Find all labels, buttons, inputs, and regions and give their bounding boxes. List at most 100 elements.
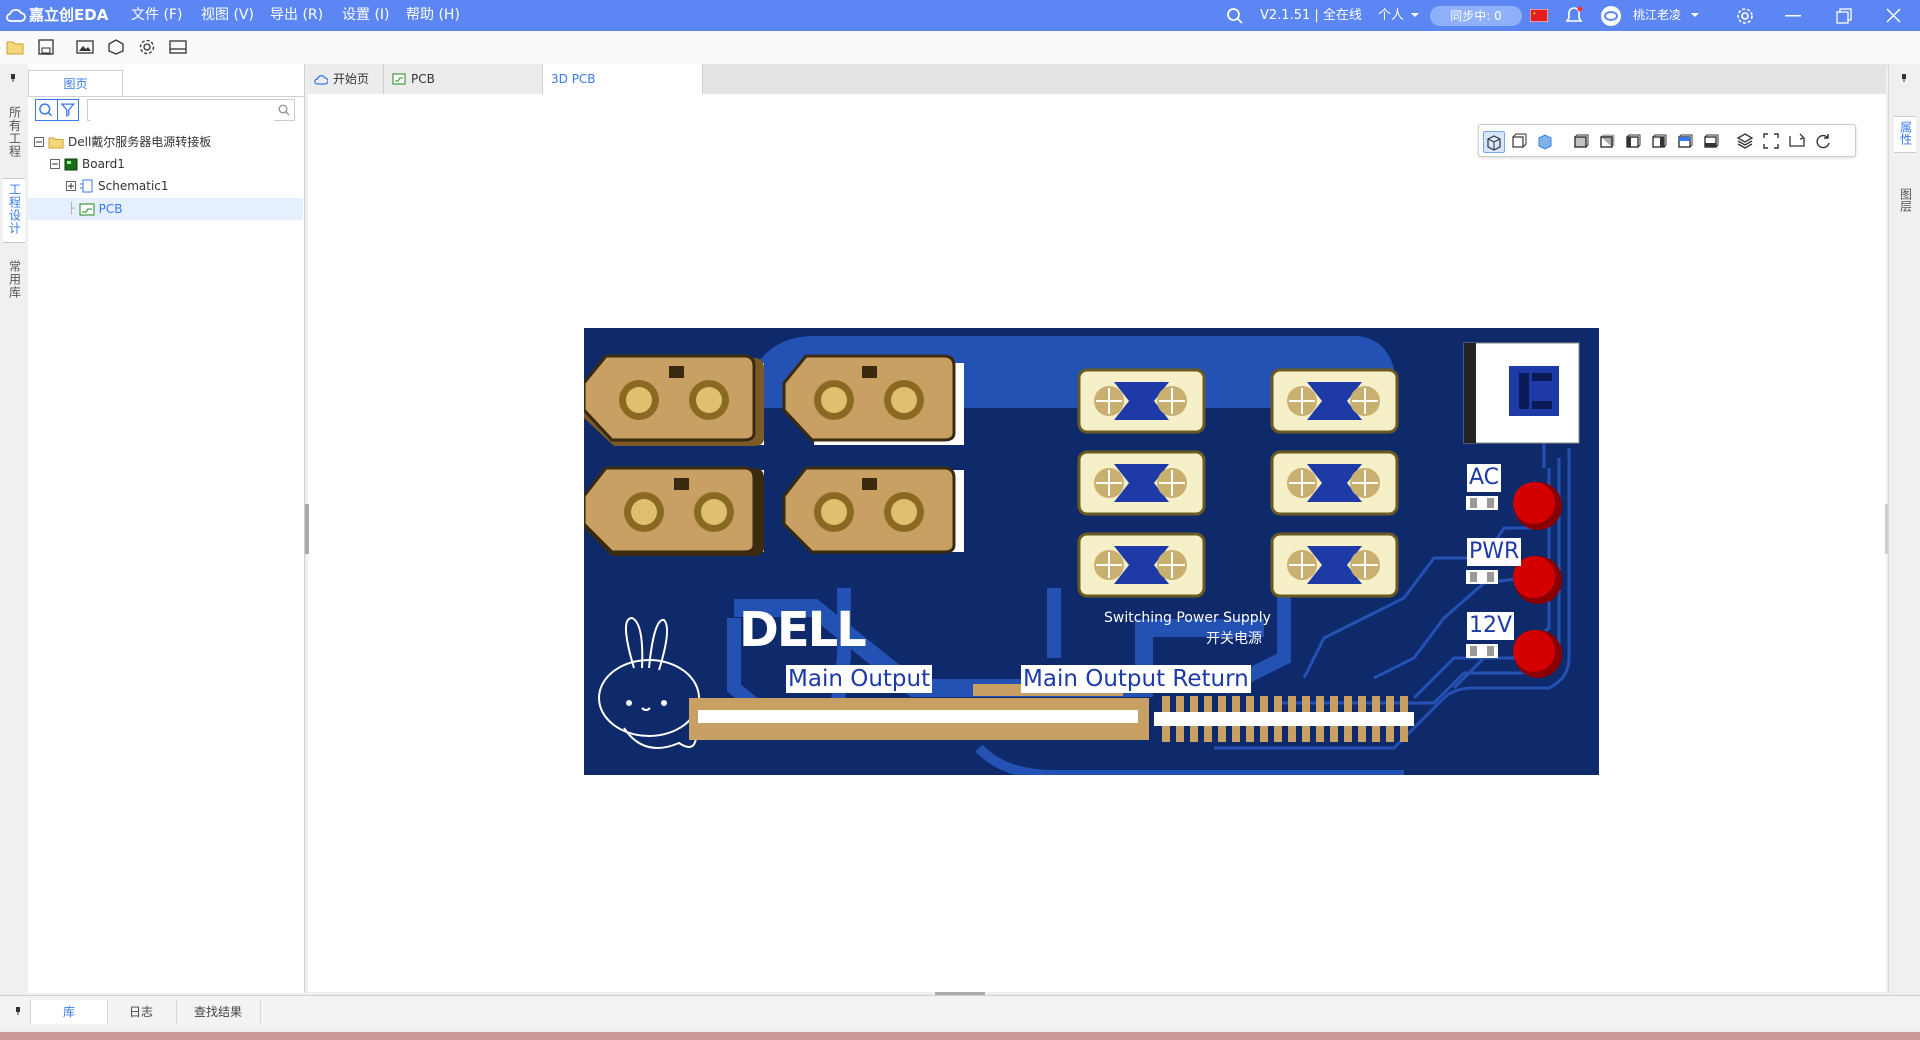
pin-icon[interactable] <box>1900 74 1908 82</box>
folder-icon <box>48 137 64 148</box>
project-panel: 图页 Dell戴尔服务器电源转接板 Board1 Schematic1 ├ PC… <box>28 64 305 993</box>
left-splitter-handle[interactable] <box>305 504 309 554</box>
tree-connector: ├ <box>68 202 75 215</box>
tab-search-results[interactable]: 查找结果 <box>176 1000 261 1024</box>
fit-view-icon[interactable] <box>1787 131 1807 151</box>
tab-log[interactable]: 日志 <box>106 1000 177 1024</box>
back-view-icon[interactable] <box>1597 131 1617 151</box>
flag-icon[interactable] <box>1530 9 1548 22</box>
search-icon[interactable] <box>1226 7 1244 25</box>
led-label-12v: 12V <box>1467 612 1515 640</box>
vtab-common-library[interactable]: 常用库 <box>3 260 25 302</box>
avatar[interactable] <box>1600 5 1622 27</box>
pin-icon[interactable] <box>14 1007 22 1015</box>
menu-help[interactable]: 帮助 (H) <box>406 0 460 31</box>
menu-file[interactable]: 文件 (F) <box>131 0 182 31</box>
right-vertical-tabs: 属性 图层 <box>1888 64 1920 993</box>
pcb-board[interactable]: DELL Switching Power Supply 开关电源 Main Ou… <box>584 328 1599 775</box>
title-bar: 嘉立创EDA 文件 (F) 视图 (V) 导出 (R) 设置 (I) 帮助 (H… <box>0 0 1920 31</box>
open-folder-icon[interactable] <box>6 39 24 55</box>
tree-item-board[interactable]: Board1 <box>50 154 125 174</box>
label-main-output: Main Output <box>786 665 933 693</box>
led-label-ac: AC <box>1467 464 1502 492</box>
pin-icon[interactable] <box>9 74 17 82</box>
vtab-properties-label: 属性 <box>1898 121 1913 145</box>
chevron-down-icon[interactable] <box>1410 12 1420 19</box>
divider <box>28 96 304 97</box>
vtab-properties[interactable]: 属性 <box>1894 116 1916 153</box>
gear-icon[interactable] <box>1736 7 1754 25</box>
xt-connector <box>584 466 764 556</box>
front-view-icon[interactable] <box>1571 131 1591 151</box>
search-icon[interactable] <box>36 100 57 120</box>
fullscreen-icon[interactable] <box>1761 131 1781 151</box>
tree-item-pcb[interactable]: ├ PCB <box>68 199 122 219</box>
bell-icon[interactable] <box>1565 6 1583 25</box>
vtab-common-library-label: 常用库 <box>7 260 22 299</box>
minimize-icon[interactable] <box>1785 15 1801 17</box>
save-icon[interactable] <box>37 39 55 55</box>
gold-finger-strip <box>689 722 1149 740</box>
tab-pcb[interactable]: PCB <box>384 64 543 94</box>
orthographic-view-icon[interactable] <box>1509 131 1529 151</box>
image-icon[interactable] <box>76 39 94 55</box>
xt-connector <box>782 466 964 554</box>
led-label-pwr: PWR <box>1467 538 1522 566</box>
component-icon[interactable] <box>107 39 125 55</box>
collapse-icon[interactable] <box>34 137 44 147</box>
vtab-all-projects[interactable]: 所有工程 <box>3 106 25 161</box>
vtab-layers[interactable]: 图层 <box>1894 188 1916 215</box>
status-strip <box>0 1032 1920 1040</box>
3d-view-toolbar <box>1478 124 1856 157</box>
tree-search-field[interactable] <box>90 101 274 121</box>
menu-settings[interactable]: 设置 (I) <box>342 0 390 31</box>
chevron-down-icon[interactable] <box>1690 12 1700 19</box>
search-icon[interactable] <box>278 104 290 116</box>
document-tabs: 开始页 PCB 3D PCB <box>306 64 1886 94</box>
pcb-icon <box>392 73 406 85</box>
panel-icon[interactable] <box>169 39 187 55</box>
top-view-icon[interactable] <box>1675 131 1695 151</box>
tree-item-project[interactable]: Dell戴尔服务器电源转接板 <box>34 132 211 152</box>
app-logo: 嘉立创EDA <box>6 4 108 25</box>
solid-view-icon[interactable] <box>1535 131 1555 151</box>
perspective-view-icon[interactable] <box>1483 131 1505 153</box>
schematic-icon <box>80 179 93 193</box>
expand-icon[interactable] <box>66 181 76 191</box>
close-icon[interactable] <box>1886 8 1901 23</box>
tab-pages[interactable]: 图页 <box>28 70 123 97</box>
settings-icon[interactable] <box>138 39 156 55</box>
bottom-view-icon[interactable] <box>1701 131 1721 151</box>
restore-icon[interactable] <box>1836 8 1852 24</box>
app-logo-text: 嘉立创EDA <box>29 6 109 24</box>
collapse-icon[interactable] <box>50 159 60 169</box>
tab-label: 3D PCB <box>551 72 596 86</box>
menu-view[interactable]: 视图 (V) <box>201 0 254 31</box>
refresh-icon[interactable] <box>1813 131 1833 151</box>
vtab-layers-label: 图层 <box>1898 188 1913 212</box>
tab-start-page[interactable]: 开始页 <box>306 64 384 94</box>
sync-status-badge[interactable]: 同步中: 0 <box>1430 6 1522 26</box>
tree-item-label: Schematic1 <box>98 179 169 193</box>
filter-icon[interactable] <box>56 100 79 120</box>
mode-select[interactable]: 个人 <box>1378 0 1404 31</box>
tab-library[interactable]: 库 <box>30 1000 108 1024</box>
pcb-graphics <box>584 336 1580 775</box>
layers-icon[interactable] <box>1735 131 1755 151</box>
xt-connector <box>782 354 964 445</box>
bottom-panel-tabs: 库 日志 查找结果 <box>0 995 1920 1027</box>
search-filter-group <box>35 99 79 121</box>
pcb-icon <box>79 203 95 215</box>
right-view-icon[interactable] <box>1649 131 1669 151</box>
sync-status-text: 同步中: 0 <box>1450 9 1502 23</box>
silkscreen-power-supply-cn: 开关电源 <box>1206 631 1262 647</box>
tab-3d-pcb[interactable]: 3D PCB <box>543 64 703 94</box>
left-view-icon[interactable] <box>1623 131 1643 151</box>
tree-item-label: PCB <box>98 202 123 216</box>
tab-label: PCB <box>411 72 435 86</box>
tree-search-input[interactable] <box>87 99 295 121</box>
tree-item-schematic[interactable]: Schematic1 <box>66 176 169 196</box>
user-name[interactable]: 桃江老凌 <box>1633 0 1681 31</box>
vtab-project-design[interactable]: 工程设计 <box>3 178 25 243</box>
menu-export[interactable]: 导出 (R) <box>270 0 323 31</box>
